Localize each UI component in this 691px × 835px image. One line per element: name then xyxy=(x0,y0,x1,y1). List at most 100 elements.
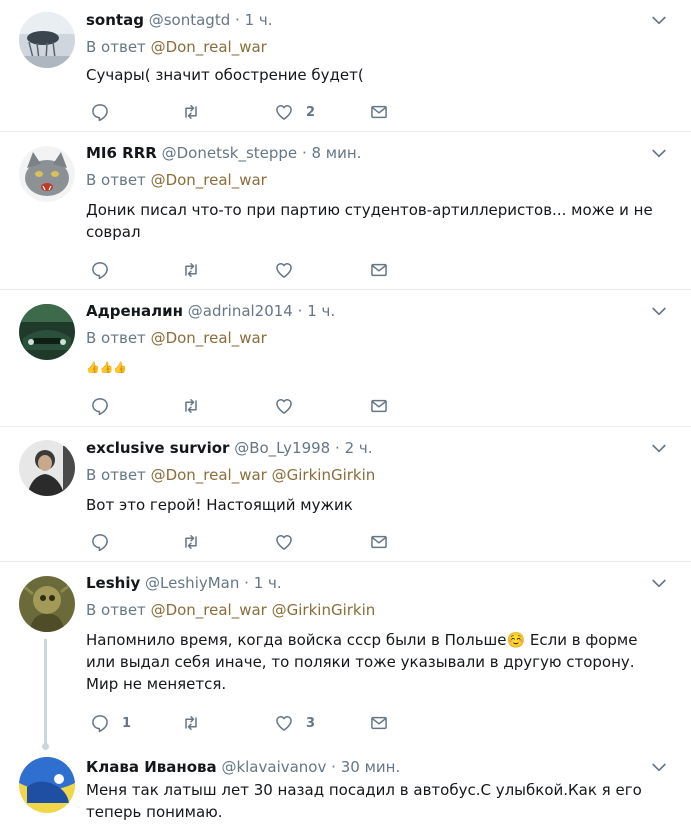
avatar[interactable] xyxy=(19,304,75,360)
tweet-header: exclusive survior @Bo_Ly1998 · 2 ч. xyxy=(86,438,373,458)
reply-prefix: В ответ xyxy=(86,38,146,56)
author-handle[interactable]: @Donetsk_steppe xyxy=(162,144,298,162)
mention-link[interactable]: @Don_real_war xyxy=(151,466,267,484)
tweet-header: sontag @sontagtd · 1 ч. xyxy=(86,10,273,30)
mention-link[interactable]: @GirkinGirkin xyxy=(272,601,376,619)
reply-button[interactable] xyxy=(90,394,110,418)
timestamp[interactable]: 30 мин. xyxy=(341,758,401,776)
chevron-down-icon[interactable] xyxy=(649,757,669,777)
timestamp[interactable]: 2 ч. xyxy=(345,439,373,457)
reply-context: В ответ @Don_real_war @GirkinGirkin xyxy=(86,465,375,485)
tweet-item[interactable]: Leshiy @LeshiyMan · 1 ч. В ответ @Don_re… xyxy=(0,563,691,753)
like-button[interactable]: 2 xyxy=(274,100,315,124)
author-handle[interactable]: @sontagtd xyxy=(149,11,231,29)
like-button[interactable]: 3 xyxy=(274,711,315,735)
direct-message-icon xyxy=(369,260,389,280)
separator: · xyxy=(297,302,303,320)
reply-count: 1 xyxy=(122,715,132,731)
thread-dot xyxy=(42,743,49,750)
chevron-down-icon[interactable] xyxy=(649,301,669,321)
retweet-button[interactable] xyxy=(181,100,213,124)
direct-message-button[interactable] xyxy=(369,100,389,124)
reply-prefix: В ответ xyxy=(86,329,146,347)
author-name[interactable]: Leshiy xyxy=(86,574,140,592)
retweet-button[interactable] xyxy=(181,711,213,735)
heart-icon xyxy=(274,396,294,416)
separator: · xyxy=(235,11,240,29)
mention-link[interactable]: @Don_real_war xyxy=(151,329,267,347)
mention-link[interactable]: @Don_real_war xyxy=(151,601,267,619)
retweet-button[interactable] xyxy=(181,394,201,418)
avatar[interactable] xyxy=(19,440,75,496)
heart-icon xyxy=(274,260,294,280)
separator: · xyxy=(335,439,340,457)
retweet-icon xyxy=(181,396,201,416)
tweet-item[interactable]: MI6 RRR @Donetsk_steppe · 8 мин. В ответ… xyxy=(0,133,691,290)
chevron-down-icon[interactable] xyxy=(649,10,669,30)
separator: · xyxy=(331,758,336,776)
retweet-button[interactable] xyxy=(181,258,201,282)
reply-button[interactable]: 1 xyxy=(90,711,131,735)
retweet-icon xyxy=(181,532,201,552)
mention-link[interactable]: @Don_real_war xyxy=(151,38,267,56)
reply-context: В ответ @Don_real_war xyxy=(86,328,267,348)
direct-message-icon xyxy=(369,396,389,416)
direct-message-icon xyxy=(369,532,389,552)
retweet-icon xyxy=(181,260,201,280)
like-button[interactable] xyxy=(274,530,294,554)
author-name[interactable]: Клава Иванова xyxy=(86,758,217,776)
tweet-text: Сучары( значит обострение будет( xyxy=(86,66,364,84)
retweet-button[interactable] xyxy=(181,530,201,554)
author-handle[interactable]: @Bo_Ly1998 xyxy=(234,439,330,457)
direct-message-icon xyxy=(369,102,389,122)
tweet-item[interactable]: sontag @sontagtd · 1 ч. В ответ @Don_rea… xyxy=(0,0,691,132)
reply-button[interactable] xyxy=(90,258,110,282)
reply-prefix: В ответ xyxy=(86,171,146,189)
tweet-actions: 1 3 xyxy=(86,711,406,735)
direct-message-button[interactable] xyxy=(369,258,389,282)
reply-icon xyxy=(90,396,110,416)
tweet-actions: 2 xyxy=(86,100,406,124)
tweet-text: Меня так латыш лет 30 назад посадил в ав… xyxy=(86,781,642,821)
tweet-item[interactable]: exclusive survior @Bo_Ly1998 · 2 ч. В от… xyxy=(0,428,691,562)
avatar[interactable] xyxy=(19,146,75,202)
mention-link[interactable]: @GirkinGirkin xyxy=(272,466,376,484)
timestamp[interactable]: 1 ч. xyxy=(307,302,335,320)
direct-message-icon xyxy=(369,713,389,733)
author-name[interactable]: Адреналин xyxy=(86,302,183,320)
reply-button[interactable] xyxy=(90,100,122,124)
reply-prefix: В ответ xyxy=(86,601,146,619)
timestamp[interactable]: 1 ч. xyxy=(254,574,282,592)
separator: · xyxy=(244,574,249,592)
author-name[interactable]: exclusive survior xyxy=(86,439,229,457)
tweet-item[interactable]: Адреналин @adrinal2014 · 1 ч. В ответ @D… xyxy=(0,291,691,427)
direct-message-button[interactable] xyxy=(369,530,389,554)
direct-message-button[interactable] xyxy=(369,394,389,418)
tweet-text: Доник писал что-то при партию студентов-… xyxy=(86,201,653,241)
reply-icon xyxy=(90,713,110,733)
chevron-down-icon[interactable] xyxy=(649,573,669,593)
avatar[interactable] xyxy=(19,757,75,813)
author-handle[interactable]: @LeshiyMan xyxy=(145,574,239,592)
tweet-item[interactable]: Клава Иванова @klavaivanov · 30 мин. Мен… xyxy=(0,753,691,835)
mention-link[interactable]: @Don_real_war xyxy=(151,171,267,189)
chevron-down-icon[interactable] xyxy=(649,143,669,163)
timestamp[interactable]: 1 ч. xyxy=(245,11,273,29)
like-count: 2 xyxy=(306,104,316,120)
thread-connector xyxy=(44,639,47,745)
timestamp[interactable]: 8 мин. xyxy=(312,144,362,162)
reply-button[interactable] xyxy=(90,530,110,554)
heart-icon xyxy=(274,713,294,733)
retweet-icon xyxy=(181,713,201,733)
like-button[interactable] xyxy=(274,258,294,282)
author-handle[interactable]: @klavaivanov xyxy=(221,758,326,776)
avatar[interactable] xyxy=(19,576,75,632)
author-name[interactable]: MI6 RRR xyxy=(86,144,157,162)
direct-message-button[interactable] xyxy=(369,711,389,735)
chevron-down-icon[interactable] xyxy=(649,438,669,458)
tweet-header: Клава Иванова @klavaivanov · 30 мин. xyxy=(86,757,400,777)
avatar[interactable] xyxy=(19,12,75,68)
like-button[interactable] xyxy=(274,394,294,418)
author-handle[interactable]: @adrinal2014 xyxy=(188,302,293,320)
author-name[interactable]: sontag xyxy=(86,11,144,29)
